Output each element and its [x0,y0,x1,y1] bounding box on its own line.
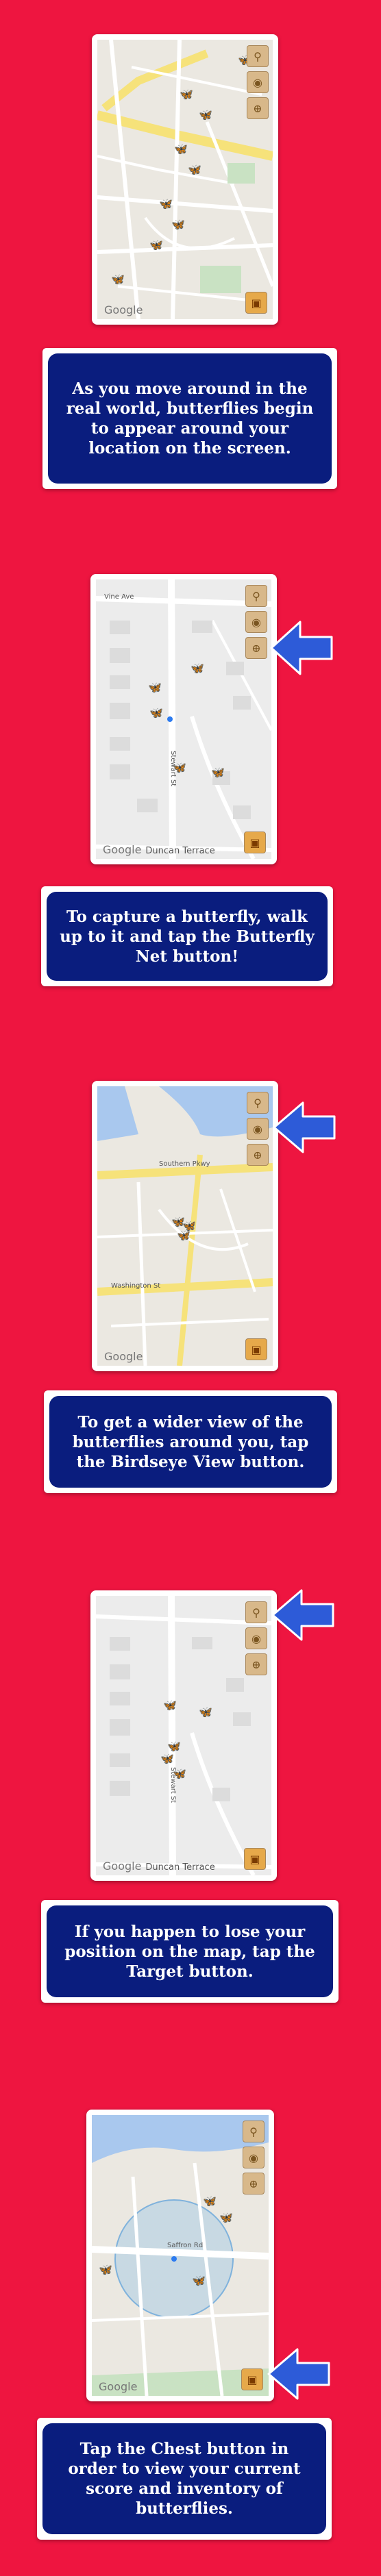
arrow-left-icon [273,1101,336,1153]
net-icon[interactable]: ⚲ [245,1601,267,1623]
chest-icon[interactable]: ▣ [241,2368,263,2390]
map-toolbar: ⚲ ◉ ⊕ [247,1092,269,1170]
arrow-left-icon [267,2348,330,2400]
butterfly-icon[interactable]: 🦋 [173,1767,190,1785]
butterfly-icon[interactable]: 🦋 [199,108,217,126]
butterfly-icon[interactable]: 🦋 [163,1699,181,1716]
net-icon[interactable]: ⚲ [247,1092,269,1114]
butterfly-icon[interactable]: 🦋 [171,218,189,236]
butterfly-icon[interactable]: 🦋 [148,681,166,699]
map-toolbar: ⚲ ◉ ⊕ [243,2121,265,2199]
player-location-dot [167,716,173,722]
target-icon[interactable]: ⊕ [247,1144,269,1166]
caption-box-1: As you move around in the real world, bu… [42,348,337,489]
chest-icon[interactable]: ▣ [245,292,267,314]
target-icon[interactable]: ⊕ [245,637,267,659]
butterfly-icon[interactable]: 🦋 [180,88,197,105]
butterfly-icon[interactable]: 🦋 [219,2211,237,2229]
eye-icon[interactable]: ◉ [245,611,267,633]
eye-icon[interactable]: ◉ [247,1118,269,1140]
arrow-left-icon [270,621,333,675]
target-icon[interactable]: ⊕ [243,2173,265,2194]
butterfly-icon[interactable]: 🦋 [199,1705,217,1723]
chest-icon[interactable]: ▣ [244,1848,266,1870]
caption-box-4: If you happen to lose your position on t… [41,1900,339,2003]
caption-text-2: To capture a butterfly, walk up to it an… [47,892,328,981]
street-label: Southern Pkwy [159,1160,210,1168]
map-view-3[interactable]: Southern Pkwy Washington St 🦋 🦋 🦋 ⚲ ◉ ⊕ … [97,1086,273,1366]
butterfly-icon[interactable]: 🦋 [190,662,208,679]
butterfly-icon[interactable]: 🦋 [111,273,129,290]
caption-text-4: If you happen to lose your position on t… [47,1905,333,1997]
net-icon[interactable]: ⚲ [243,2121,265,2142]
map-view-1[interactable]: 🦋 🦋 🦋 🦋 🦋 🦋 🦋 🦋 🦋 ⚲ ◉ ⊕ ▣ Google [97,40,273,319]
map-toolbar: ⚲ ◉ ⊕ [245,585,267,663]
butterfly-icon[interactable]: 🦋 [149,238,167,256]
target-icon[interactable]: ⊕ [245,1653,267,1675]
player-location-dot [171,2256,177,2262]
map-toolbar: ⚲ ◉ ⊕ [245,1601,267,1679]
map-view-5[interactable]: Saffron Rd 🦋 🦋 🦋 🦋 ⚲ ◉ ⊕ ▣ Google [92,2115,269,2396]
chest-icon[interactable]: ▣ [245,1338,267,1360]
caption-box-3: To get a wider view of the butterflies a… [44,1390,337,1493]
street-label: Vine Ave [104,593,134,601]
caption-box-5: Tap the Chest button in order to view yo… [37,2418,332,2540]
net-icon[interactable]: ⚲ [247,45,269,67]
street-label: Washington St [111,1282,161,1290]
target-icon[interactable]: ⊕ [247,97,269,119]
eye-icon[interactable]: ◉ [243,2147,265,2168]
butterfly-icon[interactable]: 🦋 [174,142,192,160]
google-watermark: Google [104,303,143,316]
butterfly-icon[interactable]: 🦋 [99,2263,116,2281]
butterfly-icon[interactable]: 🦋 [159,197,177,215]
butterfly-icon[interactable]: 🦋 [173,761,190,779]
screenshot-frame-3: Southern Pkwy Washington St 🦋 🦋 🦋 ⚲ ◉ ⊕ … [92,1081,278,1371]
butterfly-icon[interactable]: 🦋 [188,163,206,181]
caption-text-5: Tap the Chest button in order to view yo… [42,2423,326,2534]
caption-box-2: To capture a butterfly, walk up to it an… [41,886,333,986]
net-icon[interactable]: ⚲ [245,585,267,607]
google-watermark: Google [104,1350,143,1363]
map-view-2[interactable]: Vine Ave Stewart St 🦋 🦋 🦋 🦋 🦋 ⚲ ◉ ⊕ ▣ Go… [96,579,271,859]
map-toolbar: ⚲ ◉ ⊕ [247,45,269,123]
eye-icon[interactable]: ◉ [247,71,269,93]
street-label: Saffron Rd [167,2242,204,2249]
butterfly-icon[interactable]: 🦋 [177,1229,195,1247]
screenshot-frame-4: Stewart St 🦋 🦋 🦋 🦋 🦋 ⚲ ◉ ⊕ ▣ Google Dunca… [90,1590,277,1881]
butterfly-icon[interactable]: 🦋 [149,706,167,724]
butterfly-icon[interactable]: 🦋 [203,2194,221,2212]
eye-icon[interactable]: ◉ [245,1627,267,1649]
screenshot-frame-2: Vine Ave Stewart St 🦋 🦋 🦋 🦋 🦋 ⚲ ◉ ⊕ ▣ Go… [90,574,277,864]
caption-text-3: To get a wider view of the butterflies a… [49,1396,332,1488]
butterfly-icon[interactable]: 🦋 [192,2274,210,2292]
google-watermark: Google [99,2380,138,2393]
chest-icon[interactable]: ▣ [244,831,266,853]
screenshot-frame-1: 🦋 🦋 🦋 🦋 🦋 🦋 🦋 🦋 🦋 ⚲ ◉ ⊕ ▣ Google [92,34,278,325]
butterfly-icon[interactable]: 🦋 [211,766,229,784]
arrow-left-icon [271,1589,334,1641]
map-view-4[interactable]: Stewart St 🦋 🦋 🦋 🦋 🦋 ⚲ ◉ ⊕ ▣ Google Dunca… [96,1596,271,1875]
google-watermark: Google Duncan Terrace [103,843,215,856]
screenshot-frame-5: Saffron Rd 🦋 🦋 🦋 🦋 ⚲ ◉ ⊕ ▣ Google [86,2110,274,2401]
google-watermark: Google Duncan Terrace [103,1860,215,1873]
caption-text-1: As you move around in the real world, bu… [48,353,332,484]
